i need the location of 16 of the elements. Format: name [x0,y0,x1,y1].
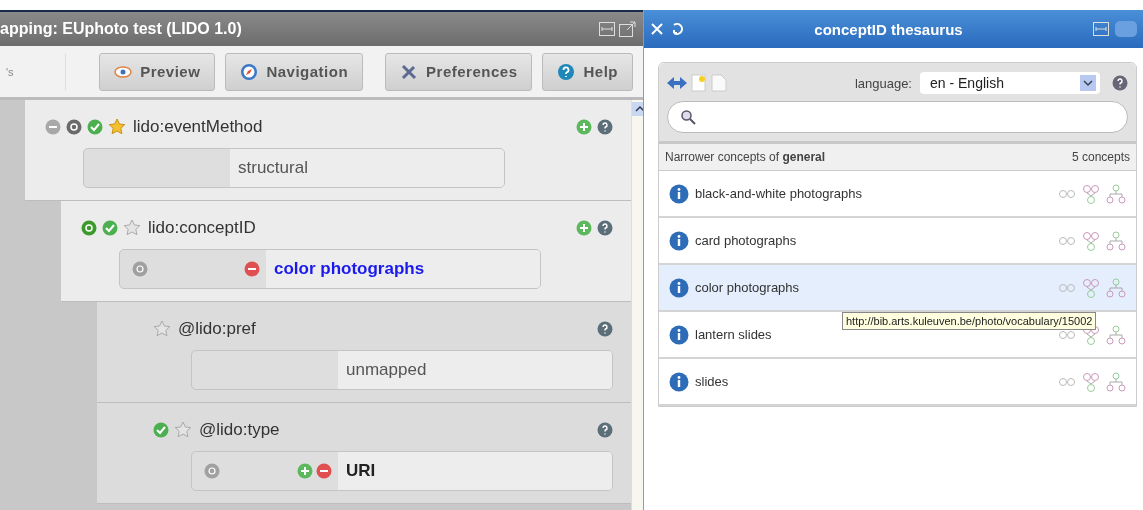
element-name: lido:conceptID [148,218,257,238]
concept-label: black-and-white photographs [695,186,863,201]
concept-label: slides [695,374,730,389]
element-name: @lido:type [199,420,281,440]
element-name: @lido:pref [178,319,257,339]
element-name: lido:eventMethod [133,117,264,137]
concept-label: lantern slides [695,327,773,342]
results-heading: Narrower concepts of general [665,150,826,164]
concept-label: color photographs [695,280,801,295]
concept-label: card photographs [695,233,798,248]
panel-title: conceptID thesaurus [813,20,964,38]
results-count: 5 concepts [1071,150,1130,164]
language-label: language: [854,75,912,91]
url-tooltip: http://bib.arts.kuleuven.be/photo/vocabulary/15002 [842,312,1097,330]
window-title: apping: EUphoto test (LIDO 1.0) [0,20,243,38]
toolbar-label: 's [6,53,66,90]
